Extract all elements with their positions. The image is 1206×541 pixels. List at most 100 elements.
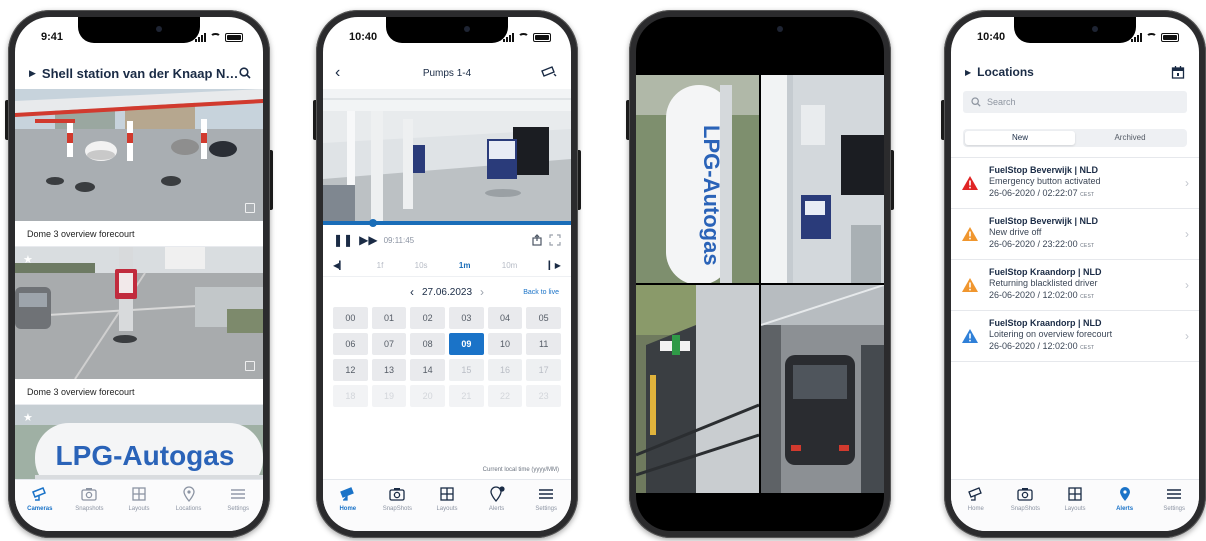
alert-row[interactable]: FuelStop Kraandorp | NLD Loitering on ove… [951,311,1199,362]
tab-locations[interactable]: Locations [166,486,212,531]
camera-feed[interactable]: ★ [15,247,263,379]
next-day-icon[interactable]: › [480,285,484,299]
hour-cell[interactable]: 10 [487,333,523,355]
tab-label: Home [967,506,984,512]
step-forward-icon[interactable]: ▎▶ [549,261,561,270]
camera-feed[interactable] [15,89,263,221]
calendar-icon[interactable] [1171,65,1185,79]
tab-layouts[interactable]: Layouts [424,486,470,531]
scrubber-handle[interactable] [369,219,377,227]
hour-cell[interactable]: 15 [449,359,484,381]
selected-date[interactable]: 27.06.2023 [422,287,472,298]
fullscreen-icon[interactable] [245,361,255,371]
tab-snapshots[interactable]: Snapshots [66,486,112,531]
tab-alerts[interactable]: Alerts [1102,486,1148,531]
video-player[interactable] [323,89,571,221]
fullscreen-icon[interactable] [245,203,255,213]
tab-layouts[interactable]: Layouts [116,486,162,531]
hour-cell[interactable]: 08 [410,333,445,355]
tab-cameras[interactable]: Cameras [17,486,63,531]
camera-list: Dome 3 overview forecourt ★ Dome 3 overv… [15,89,263,479]
camera-alert-icon[interactable] [541,65,557,79]
hour-cell[interactable]: 17 [526,359,561,381]
hour-cell[interactable]: 00 [333,307,368,329]
hour-cell[interactable]: 22 [487,385,523,407]
step-back-icon[interactable]: ◀▎ [333,261,345,270]
hour-cell[interactable]: 02 [410,307,445,329]
tab-settings[interactable]: Settings [215,486,261,531]
tab-label: SnapShots [382,506,413,512]
hour-cell[interactable]: 14 [410,359,445,381]
tab-snapshots[interactable]: SnapShots [1002,486,1048,531]
camera-feed[interactable]: LPG-Autogas ★ [15,405,263,479]
hour-cell[interactable]: 23 [526,385,561,407]
tab-home[interactable]: Home [325,486,371,531]
location-header[interactable]: ▶ Shell station van der Knaap NL... [15,59,263,87]
favorite-star-icon[interactable]: ★ [23,253,33,266]
back-chevron-icon[interactable]: ‹ [335,64,340,82]
camera-caption: Dome 3 overview forecourt [15,221,263,247]
page-title[interactable]: Locations [977,65,1171,79]
tab-layouts[interactable]: Layouts [1052,486,1098,531]
hour-cell[interactable]: 20 [410,385,445,407]
fullscreen-icon[interactable] [549,234,561,246]
alert-row[interactable]: FuelStop Beverwijk | NLD Emergency button… [951,158,1199,209]
warning-triangle-icon [962,278,978,292]
hour-cell[interactable]: 21 [449,385,484,407]
tab-alerts[interactable]: Alerts [474,486,520,531]
camera-feed-car-wash[interactable] [761,285,884,493]
alert-timestamp: 26-06-2020 / 02:22:07 CEST [989,188,1185,202]
alert-timestamp: 26-06-2020 / 12:02:00 CEST [989,341,1185,355]
pause-icon[interactable]: ❚❚ [333,233,353,247]
alert-event: Emergency button activated [989,176,1101,187]
expand-caret-icon[interactable]: ▶ [29,68,36,79]
tab-home[interactable]: Home [953,486,999,531]
favorite-star-icon[interactable]: ★ [23,411,33,424]
hour-cell[interactable]: 16 [487,359,523,381]
hour-cell[interactable]: 03 [449,307,484,329]
tab-settings[interactable]: Settings [523,486,569,531]
hour-cell[interactable]: 18 [333,385,368,407]
zoom-option[interactable]: 1f [377,261,384,270]
layouts-icon [1068,487,1082,501]
zoom-option-active[interactable]: 1m [459,261,471,270]
tab-snapshots[interactable]: SnapShots [374,486,420,531]
timeline-zoom: ◀▎ 1f 10s 1m 10m ▎▶ [323,255,571,277]
share-icon[interactable] [531,234,543,246]
tab-settings[interactable]: Settings [1151,486,1197,531]
playback-controls: ❚❚ ▶▶ 09:11:45 [323,229,571,251]
camera-feed-pump-station[interactable] [636,285,759,493]
alert-text: FuelStop Kraandorp | NLD Loitering on ove… [989,318,1185,355]
notch [699,17,821,43]
alert-site: FuelStop Beverwijk | NLD [989,215,1099,226]
search-input[interactable]: Search [963,91,1187,113]
expand-caret-icon[interactable]: ▶ [965,68,971,77]
date-selector: ‹ 27.06.2023 › Back to live [323,281,571,303]
camera-feed-lpg-tank[interactable]: LPG-Autogas [636,75,759,283]
hour-cell[interactable]: 09 [449,333,484,355]
fast-forward-icon[interactable]: ▶▶ [359,233,377,247]
hour-cell[interactable]: 07 [371,333,407,355]
alert-row[interactable]: FuelStop Kraandorp | NLD Returning blackl… [951,260,1199,311]
zoom-option[interactable]: 10s [415,261,428,270]
hour-cell[interactable]: 01 [371,307,407,329]
segment-archived[interactable]: Archived [1075,131,1185,145]
hour-grid: 00 01 02 03 04 05 06 07 08 09 10 11 12 13 14 15 16 17 18 19… [333,307,561,407]
location-title[interactable]: Shell station van der Knaap NL... [42,66,239,81]
zoom-option[interactable]: 10m [502,261,518,270]
segment-new[interactable]: New [965,131,1075,145]
search-icon[interactable] [239,67,251,79]
timeline-scrubber[interactable] [323,219,571,227]
hour-cell[interactable]: 06 [333,333,368,355]
camera-feed-forecourt[interactable] [761,75,884,283]
alert-text: FuelStop Kraandorp | NLD Returning blackl… [989,267,1185,304]
hour-cell[interactable]: 11 [526,333,561,355]
back-to-live-link[interactable]: Back to live [523,289,559,296]
hour-cell[interactable]: 04 [487,307,523,329]
hour-cell[interactable]: 12 [333,359,368,381]
alert-row[interactable]: FuelStop Beverwijk | NLD New drive off 26-… [951,209,1199,260]
previous-day-icon[interactable]: ‹ [410,285,414,299]
hour-cell[interactable]: 19 [371,385,407,407]
hour-cell[interactable]: 05 [526,307,561,329]
hour-cell[interactable]: 13 [371,359,407,381]
